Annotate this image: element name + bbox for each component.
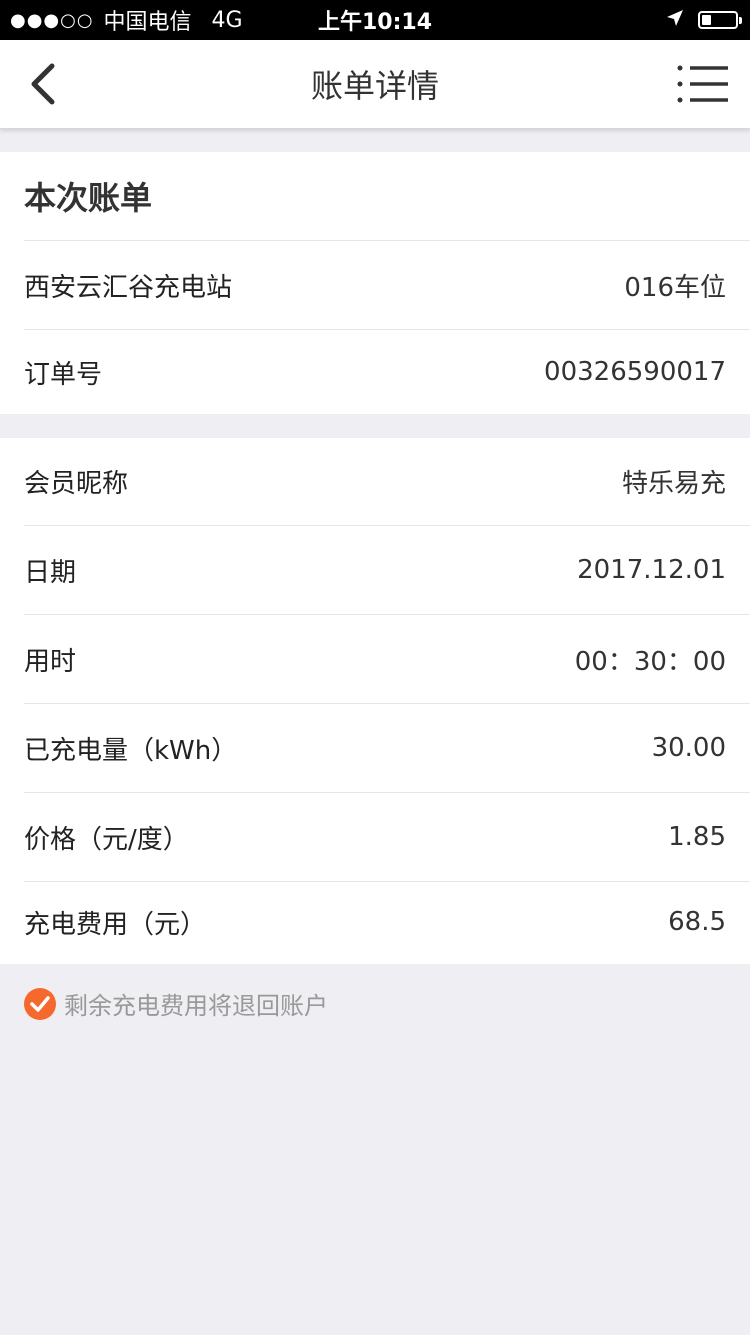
station-row: 西安云汇谷充电站 016车位 xyxy=(24,241,750,330)
station-name: 西安云汇谷充电站 xyxy=(24,272,233,303)
location-arrow-icon xyxy=(666,8,684,33)
status-bar: ●●●○○ 中国电信 4G 上午10:14 xyxy=(0,0,750,40)
battery-icon xyxy=(698,11,742,29)
list-menu-icon xyxy=(677,65,728,103)
charging-fee-value: 68.5 xyxy=(668,907,726,937)
duration-value: 00：30：00 xyxy=(574,646,726,677)
charging-fee-row: 充电费用（元） 68.5 xyxy=(24,882,750,962)
price-label: 价格（元/度） xyxy=(24,824,189,855)
order-number-label: 订单号 xyxy=(24,359,103,390)
price-value: 1.85 xyxy=(668,822,726,852)
member-nickname-label: 会员昵称 xyxy=(24,469,129,499)
bill-detail-section: 会员昵称 特乐易充 日期 2017.12.01 用时 00：30：00 已充电量… xyxy=(0,438,750,964)
charging-fee-label: 充电费用（元） xyxy=(24,909,207,940)
page-title: 账单详情 xyxy=(310,67,439,105)
section-heading: 本次账单 xyxy=(24,152,750,241)
parking-spot: 016车位 xyxy=(624,272,726,303)
date-row: 日期 2017.12.01 xyxy=(24,526,750,615)
member-nickname-row: 会员昵称 特乐易充 xyxy=(24,438,750,526)
refund-notice: 剩余充电费用将退回账户 xyxy=(24,986,328,1021)
energy-value: 30.00 xyxy=(651,733,726,763)
menu-button[interactable] xyxy=(676,60,732,108)
date-label: 日期 xyxy=(24,557,77,588)
date-value: 2017.12.01 xyxy=(577,555,726,585)
order-number-value: 00326590017 xyxy=(544,357,726,387)
check-circle-icon xyxy=(24,987,56,1020)
order-number-row: 订单号 00326590017 xyxy=(24,330,750,414)
status-right xyxy=(666,0,742,40)
price-row: 价格（元/度） 1.85 xyxy=(24,793,750,882)
energy-row: 已充电量（kWh） 30.00 xyxy=(24,704,750,793)
navigation-bar: 账单详情 xyxy=(0,40,750,129)
refund-notice-text: 剩余充电费用将退回账户 xyxy=(64,992,328,1020)
member-nickname-value: 特乐易充 xyxy=(621,469,726,499)
bill-summary-section: 本次账单 西安云汇谷充电站 016车位 订单号 00326590017 xyxy=(0,152,750,414)
duration-label: 用时 xyxy=(24,646,77,677)
energy-label: 已充电量（kWh） xyxy=(24,735,238,766)
status-time: 上午10:14 xyxy=(317,10,433,35)
duration-row: 用时 00：30：00 xyxy=(24,615,750,704)
